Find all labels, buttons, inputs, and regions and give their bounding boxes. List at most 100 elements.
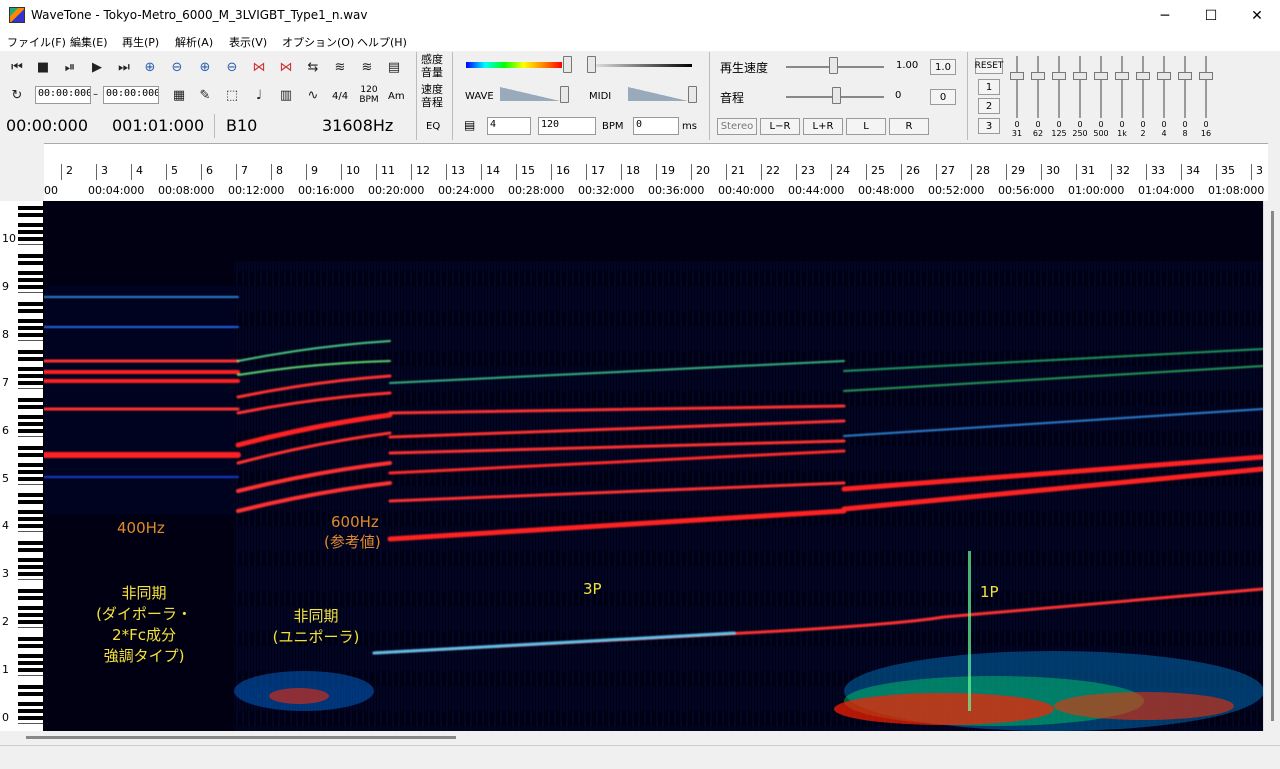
black-key[interactable] bbox=[18, 308, 43, 313]
black-key[interactable] bbox=[18, 620, 43, 625]
skip-forward-icon[interactable]: ⏭ bbox=[115, 58, 133, 76]
black-key[interactable] bbox=[18, 270, 43, 275]
eq-band-2k[interactable]: 02 bbox=[1136, 56, 1150, 138]
black-key[interactable] bbox=[18, 572, 43, 577]
black-key[interactable] bbox=[18, 493, 43, 498]
offset-input[interactable]: 0 bbox=[633, 117, 679, 135]
eq-band-1k[interactable]: 0 1k bbox=[1115, 56, 1129, 138]
volume-slider[interactable] bbox=[587, 56, 596, 73]
l-plus-r-button[interactable]: L+R bbox=[803, 118, 843, 135]
black-key[interactable] bbox=[18, 206, 43, 210]
menu-options[interactable]: オプション(O) bbox=[282, 34, 354, 50]
black-key[interactable] bbox=[18, 637, 43, 642]
black-key[interactable] bbox=[18, 517, 43, 522]
menu-play[interactable]: 再生(P) bbox=[122, 34, 159, 50]
black-key[interactable] bbox=[18, 349, 43, 354]
wave-alt-icon[interactable]: ≋ bbox=[358, 58, 376, 76]
piano-keyboard[interactable]: 10 9 8 7 6 5 4 3 2 1 0 bbox=[0, 201, 44, 731]
black-key[interactable] bbox=[18, 541, 43, 546]
black-key[interactable] bbox=[18, 380, 43, 385]
stop-icon[interactable]: ■ bbox=[34, 58, 52, 76]
note-icon[interactable]: ♩ bbox=[250, 86, 268, 104]
key-button[interactable]: Am bbox=[388, 91, 405, 102]
eq-preset-3-button[interactable]: 3 bbox=[978, 118, 1000, 134]
black-key[interactable] bbox=[18, 589, 43, 594]
black-key[interactable] bbox=[18, 654, 43, 659]
black-key[interactable] bbox=[18, 452, 43, 457]
horizontal-scroll-thumb[interactable] bbox=[26, 736, 456, 739]
speed-slider[interactable] bbox=[829, 57, 838, 74]
black-key[interactable] bbox=[18, 709, 43, 713]
black-key[interactable] bbox=[18, 253, 43, 258]
play-icon[interactable]: ▶ bbox=[88, 58, 106, 76]
right-channel-button[interactable]: R bbox=[889, 118, 929, 135]
left-channel-button[interactable]: L bbox=[846, 118, 886, 135]
eq-band-62[interactable]: 0 62 bbox=[1031, 56, 1045, 138]
midi-volume-slider[interactable] bbox=[688, 86, 697, 103]
black-key[interactable] bbox=[18, 223, 43, 227]
menu-analyze[interactable]: 解析(A) bbox=[175, 34, 213, 50]
black-key[interactable] bbox=[18, 260, 43, 265]
black-key[interactable] bbox=[18, 524, 43, 529]
zoom-out-v-icon[interactable]: ⊖ bbox=[223, 58, 241, 76]
eq-preset-1-button[interactable]: 1 bbox=[978, 79, 1000, 95]
speed-reset-button[interactable]: 1.0 bbox=[930, 59, 956, 75]
timeline-ruler[interactable]: 2 3 4 5 6 7 8 9 10 11 12 13 14 15 16 17 18 19 20 21 22 23 24 25… bbox=[44, 143, 1268, 201]
selection-start-input[interactable]: 00:00:000 bbox=[35, 86, 91, 104]
eq-preset-2-button[interactable]: 2 bbox=[978, 98, 1000, 114]
pause-play-icon[interactable]: ⏯ bbox=[61, 58, 79, 76]
black-key[interactable] bbox=[18, 661, 43, 666]
curve-icon[interactable]: ∿ bbox=[304, 86, 322, 104]
menu-view[interactable]: 表示(V) bbox=[229, 34, 267, 50]
black-key[interactable] bbox=[18, 548, 43, 553]
menu-file[interactable]: ファイル(F) bbox=[7, 34, 66, 50]
black-key[interactable] bbox=[18, 404, 43, 409]
black-key[interactable] bbox=[18, 213, 43, 217]
time-signature-button[interactable]: 4/4 bbox=[332, 91, 348, 102]
menu-edit[interactable]: 編集(E) bbox=[70, 34, 108, 50]
black-key[interactable] bbox=[18, 373, 43, 378]
bpm-button[interactable]: 120 BPM bbox=[357, 85, 381, 105]
beats-input[interactable]: 4 bbox=[487, 117, 531, 135]
loop-icon[interactable]: ↻ bbox=[8, 86, 26, 104]
black-key[interactable] bbox=[18, 668, 43, 673]
black-key[interactable] bbox=[18, 685, 43, 689]
black-key[interactable] bbox=[18, 716, 43, 720]
black-key[interactable] bbox=[18, 462, 43, 467]
eq-reset-button[interactable]: RESET bbox=[975, 58, 1003, 74]
black-key[interactable] bbox=[18, 318, 43, 323]
vertical-scroll-thumb[interactable] bbox=[1271, 211, 1274, 721]
eq-band-250[interactable]: 0 250 bbox=[1072, 56, 1088, 138]
layout-icon[interactable]: ▦ bbox=[170, 86, 188, 104]
selection-end-input[interactable]: 00:00:000 bbox=[103, 86, 159, 104]
black-key[interactable] bbox=[18, 301, 43, 306]
marker-clear-icon[interactable]: ⋈ bbox=[277, 58, 295, 76]
menu-help[interactable]: ヘルプ(H) bbox=[357, 34, 407, 50]
eq-band-4k[interactable]: 04 bbox=[1157, 56, 1171, 138]
black-key[interactable] bbox=[18, 558, 43, 563]
black-key[interactable] bbox=[18, 596, 43, 601]
sensitivity-slider[interactable] bbox=[563, 56, 572, 73]
black-key[interactable] bbox=[18, 366, 43, 371]
black-key[interactable] bbox=[18, 230, 43, 234]
horizontal-scrollbar[interactable] bbox=[0, 731, 1280, 745]
black-key[interactable] bbox=[18, 284, 43, 289]
table-icon[interactable]: ▥ bbox=[277, 86, 295, 104]
black-key[interactable] bbox=[18, 356, 43, 361]
minimize-button[interactable]: ─ bbox=[1142, 0, 1188, 31]
black-key[interactable] bbox=[18, 445, 43, 450]
black-key[interactable] bbox=[18, 613, 43, 618]
black-key[interactable] bbox=[18, 277, 43, 282]
eq-band-8k[interactable]: 08 bbox=[1178, 56, 1192, 138]
black-key[interactable] bbox=[18, 565, 43, 570]
black-key[interactable] bbox=[18, 414, 43, 419]
eq-band-500[interactable]: 0 500 bbox=[1093, 56, 1109, 138]
black-key[interactable] bbox=[18, 469, 43, 474]
marker-icon[interactable]: ⋈ bbox=[250, 58, 268, 76]
black-key[interactable] bbox=[18, 692, 43, 696]
black-key[interactable] bbox=[18, 421, 43, 426]
black-key[interactable] bbox=[18, 476, 43, 481]
l-minus-r-button[interactable]: L−R bbox=[760, 118, 800, 135]
black-key[interactable] bbox=[18, 237, 43, 241]
skip-back-icon[interactable]: ⏮ bbox=[8, 58, 26, 76]
